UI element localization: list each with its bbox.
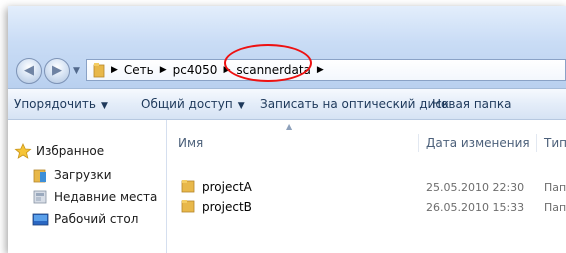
nav-recent-places[interactable]: Недавние места [32,188,157,206]
breadcrumb-network[interactable]: Сеть [124,63,154,77]
file-date: 25.05.2010 22:30 [426,181,525,194]
back-icon: ◀ [24,63,34,78]
nav-downloads-label: Загрузки [54,168,112,182]
nav-downloads[interactable]: Загрузки [32,166,112,184]
file-name: projectB [202,200,252,214]
star-icon [14,143,32,159]
file-row[interactable]: projectB 26.05.2010 15:33 Пап [178,198,566,216]
recent-places-icon [32,189,50,205]
crumb-separator[interactable]: ▶ [317,65,324,75]
folder-icon [93,62,105,78]
organize-label: Упорядочить [14,97,96,111]
desktop-icon [32,211,50,227]
chevron-down-icon: ▼ [100,101,108,111]
column-divider[interactable] [418,134,419,152]
column-header-date[interactable]: Дата изменения [426,136,530,150]
explorer-window: ◀ ▶ ▼ ▶ Сеть ▶ pc4050 ▶ scannerdata ▶ Уп… [8,6,566,253]
breadcrumb-pc[interactable]: pc4050 [173,63,218,77]
forward-icon: ▶ [52,63,62,78]
file-date: 26.05.2010 15:33 [426,201,525,214]
file-name: projectA [202,180,252,194]
navigation-pane: Избранное Загрузки Недавние места Рабочи… [8,120,167,253]
new-folder-button[interactable]: Новая папка [432,97,511,111]
nav-desktop[interactable]: Рабочий стол [32,210,138,228]
organize-button[interactable]: Упорядочить ▼ [14,97,108,111]
column-header-type[interactable]: Тип [544,136,566,150]
share-label: Общий доступ [141,97,233,111]
downloads-icon [32,167,50,183]
forward-button[interactable]: ▶ [44,58,70,84]
file-type: Пап [544,181,566,194]
chevron-down-icon: ▼ [237,101,245,111]
file-row[interactable]: projectA 25.05.2010 22:30 Пап [178,178,566,196]
address-bar[interactable]: ▶ Сеть ▶ pc4050 ▶ scannerdata ▶ [86,59,566,81]
back-button[interactable]: ◀ [16,58,42,84]
nav-favorites-label: Избранное [36,144,105,158]
highlight-annotation [224,44,312,82]
title-bar: ◀ ▶ ▼ ▶ Сеть ▶ pc4050 ▶ scannerdata ▶ [8,6,566,89]
file-type: Пап [544,201,566,214]
folder-icon [181,179,195,196]
crumb-separator[interactable]: ▶ [160,65,167,75]
content-area: Избранное Загрузки Недавние места Рабочи… [8,120,566,253]
crumb-separator[interactable]: ▶ [111,65,118,75]
nav-desktop-label: Рабочий стол [54,212,139,226]
command-bar: Упорядочить ▼ Общий доступ ▼ Записать на о… [8,89,566,120]
column-divider[interactable] [536,134,537,152]
recent-pages-dropdown[interactable]: ▼ [73,66,80,76]
nav-favorites[interactable]: Избранное [14,142,104,160]
column-header-name[interactable]: Имя [178,136,203,150]
nav-recent-places-label: Недавние места [54,190,158,204]
sort-arrow-icon: ▲ [286,122,293,131]
burn-button[interactable]: Записать на оптический диск [260,97,449,111]
share-button[interactable]: Общий доступ ▼ [141,97,245,111]
folder-icon [181,199,195,216]
file-list: ▲ Имя Дата изменения Тип projectA 25.05.… [178,120,566,253]
